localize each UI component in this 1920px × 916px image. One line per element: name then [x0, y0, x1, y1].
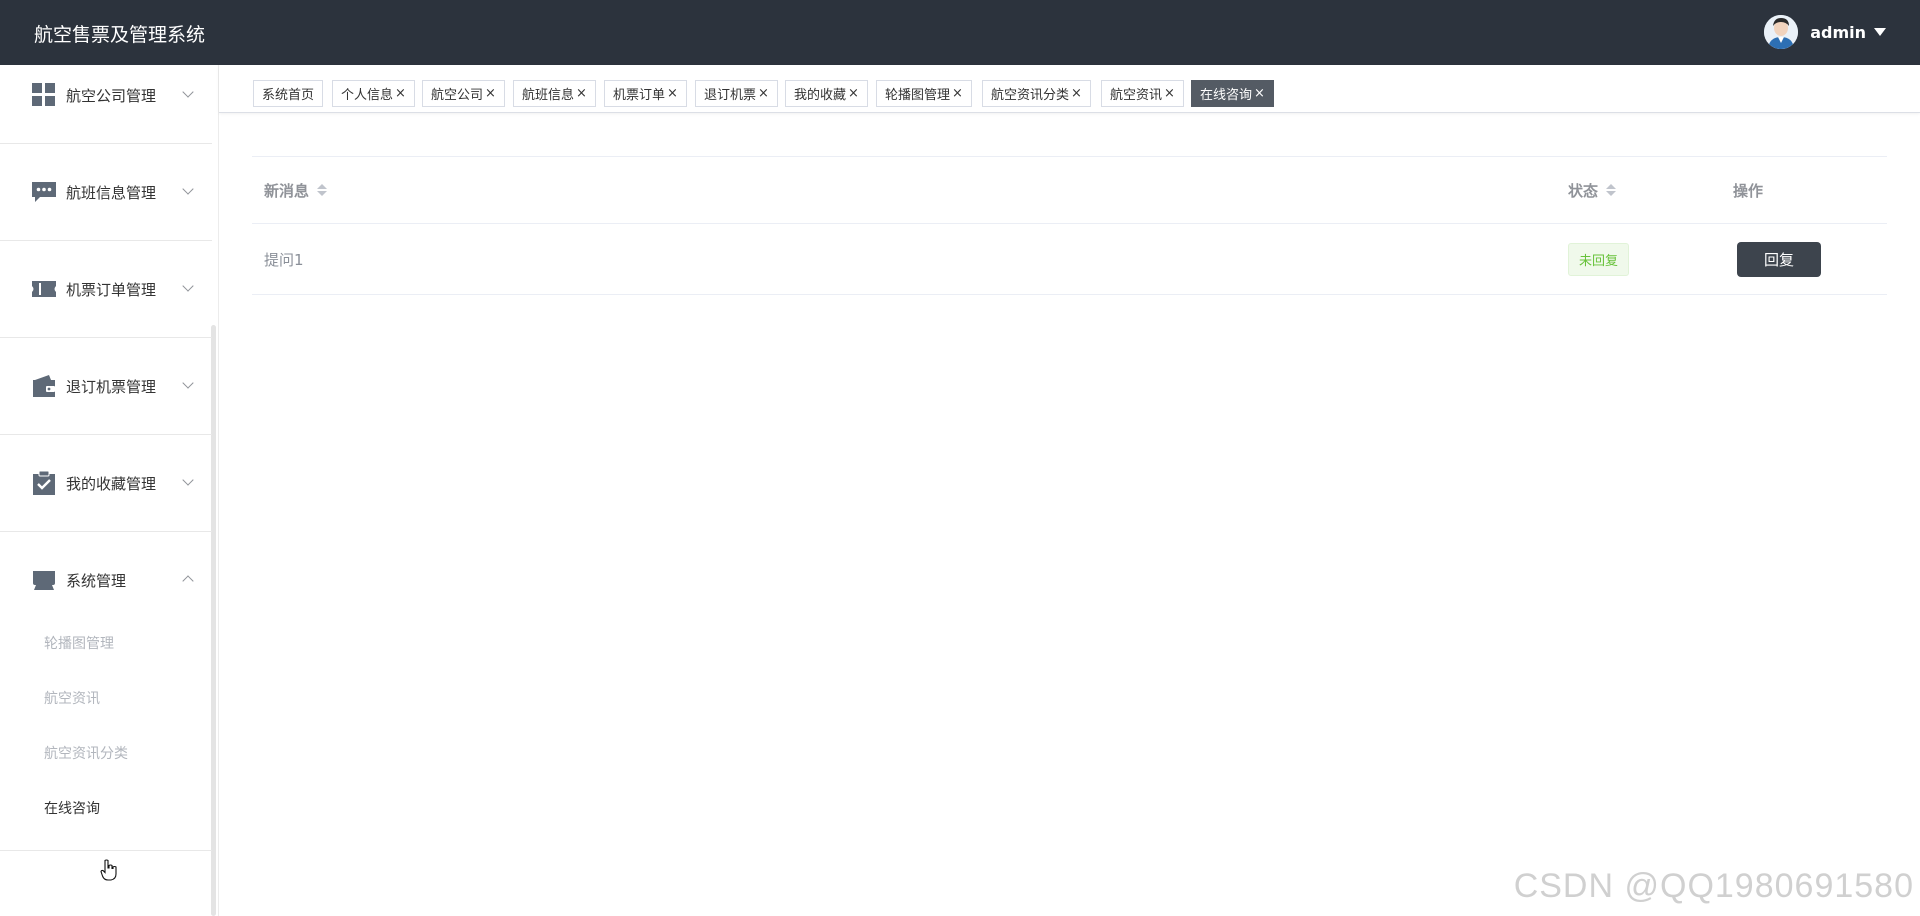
tab-ticket-order[interactable]: 机票订单 ×: [604, 80, 687, 107]
watermark: CSDN @QQ1980691580: [1513, 867, 1914, 905]
top-header: 航空售票及管理系统 admin: [0, 0, 1920, 65]
tab-label: 机票订单: [613, 88, 666, 103]
sidebar-divider: [0, 850, 212, 851]
tab-label: 我的收藏: [794, 88, 847, 103]
sidebar-item-online-consult[interactable]: 在线咨询: [44, 798, 100, 818]
message-cell: 提问1: [264, 224, 304, 294]
tab-carousel[interactable]: 轮播图管理 ×: [876, 80, 972, 107]
sidebar-group-refund[interactable]: 退订机票管理: [0, 338, 212, 435]
tab-aviation-news[interactable]: 航空资讯 ×: [1101, 80, 1184, 107]
sidebar-group-label: 航班信息管理: [66, 183, 157, 202]
tab-label: 退订机票: [704, 88, 757, 103]
tab-profile[interactable]: 个人信息 ×: [332, 80, 415, 107]
chevron-down-icon: [182, 377, 194, 389]
sidebar-group-label: 我的收藏管理: [66, 474, 157, 493]
tab-home[interactable]: 系统首页: [253, 80, 324, 107]
table-header: 新消息 状态 操作: [252, 157, 1887, 224]
sidebar-item-aviation-news[interactable]: 航空资讯: [44, 688, 100, 708]
tab-refund[interactable]: 退订机票 ×: [695, 80, 778, 107]
tab-label: 航空资讯: [1110, 88, 1163, 103]
tab-label: 航班信息: [522, 88, 575, 103]
tab-label: 系统首页: [262, 88, 315, 103]
username[interactable]: admin: [1810, 23, 1866, 42]
column-header-label: 新消息: [264, 181, 310, 200]
close-icon[interactable]: ×: [952, 86, 963, 101]
tab-label: 轮播图管理: [885, 88, 951, 103]
chevron-down-icon: [182, 183, 194, 195]
sidebar-group-label: 系统管理: [66, 571, 127, 590]
ticket-icon: [31, 276, 57, 302]
sidebar-group-flight[interactable]: 航班信息管理: [0, 144, 212, 241]
status-badge: 未回复: [1568, 242, 1630, 276]
tab-favorites[interactable]: 我的收藏 ×: [785, 80, 868, 107]
sidebar-item-news-category[interactable]: 航空资讯分类: [44, 743, 128, 763]
close-icon[interactable]: ×: [1071, 86, 1082, 101]
sidebar-item-carousel[interactable]: 轮播图管理: [44, 633, 114, 653]
consult-table: 新消息 状态 操作 提问1 未回复 回复: [252, 156, 1887, 295]
action-cell: 回复: [1737, 224, 1821, 294]
column-header-status[interactable]: 状态: [1568, 157, 1617, 223]
close-icon[interactable]: ×: [758, 86, 769, 101]
close-icon[interactable]: ×: [395, 86, 406, 101]
chat-bubble-icon: [31, 179, 57, 205]
avatar[interactable]: [1764, 15, 1799, 49]
chevron-down-icon: [182, 86, 194, 98]
message-text: 提问1: [264, 250, 304, 269]
user-menu[interactable]: admin: [1764, 14, 1886, 50]
sidebar-group-airline[interactable]: 航空公司管理: [0, 65, 212, 144]
column-header-label: 状态: [1568, 181, 1599, 200]
wallet-icon: [31, 373, 57, 399]
close-icon[interactable]: ×: [1164, 86, 1175, 101]
column-header-message[interactable]: 新消息: [264, 157, 328, 223]
close-icon[interactable]: ×: [667, 86, 678, 101]
tabs-bar: 系统首页 个人信息 × 航空公司 × 航班信息 × 机票订单 × 退订机票 × …: [219, 65, 1920, 113]
grid-icon: [31, 82, 57, 108]
sort-icon[interactable]: [1606, 184, 1617, 196]
tab-online-consult[interactable]: 在线咨询 ×: [1191, 80, 1274, 107]
status-cell: 未回复: [1568, 224, 1630, 294]
chevron-down-icon: [182, 280, 194, 292]
table-row: 提问1 未回复 回复: [252, 224, 1887, 295]
sort-icon[interactable]: [317, 184, 328, 196]
close-icon[interactable]: ×: [1254, 86, 1265, 101]
sidebar-group-label: 机票订单管理: [66, 280, 157, 299]
sidebar-group-system[interactable]: 系统管理: [0, 532, 212, 628]
tab-label: 航空资讯分类: [991, 88, 1070, 103]
tab-news-category[interactable]: 航空资讯分类 ×: [982, 80, 1091, 107]
clipboard-check-icon: [31, 470, 57, 496]
app-title: 航空售票及管理系统: [34, 24, 206, 46]
hand-pointer-icon: [100, 859, 118, 881]
caret-down-icon[interactable]: [1874, 28, 1886, 36]
close-icon[interactable]: ×: [576, 86, 587, 101]
tab-airline[interactable]: 航空公司 ×: [422, 80, 505, 107]
tab-label: 在线咨询: [1200, 88, 1253, 103]
sidebar-group-label: 航空公司管理: [66, 86, 157, 105]
sidebar: 航空公司管理 航班信息管理 机票订单管理 退订机票管理 我的收藏管理 系统管理 …: [0, 65, 219, 916]
tab-flight-info[interactable]: 航班信息 ×: [513, 80, 596, 107]
close-icon[interactable]: ×: [848, 86, 859, 101]
close-icon[interactable]: ×: [485, 86, 496, 101]
sidebar-group-label: 退订机票管理: [66, 377, 157, 396]
chevron-down-icon: [182, 474, 194, 486]
sidebar-group-ticket-order[interactable]: 机票订单管理: [0, 241, 212, 338]
store-icon: [31, 567, 57, 593]
reply-button[interactable]: 回复: [1737, 241, 1821, 277]
tab-label: 航空公司: [431, 88, 484, 103]
column-header-label: 操作: [1733, 181, 1764, 200]
tab-label: 个人信息: [341, 88, 394, 103]
chevron-up-icon: [182, 575, 194, 587]
column-header-action: 操作: [1733, 157, 1763, 223]
sidebar-group-favorites[interactable]: 我的收藏管理: [0, 435, 212, 532]
